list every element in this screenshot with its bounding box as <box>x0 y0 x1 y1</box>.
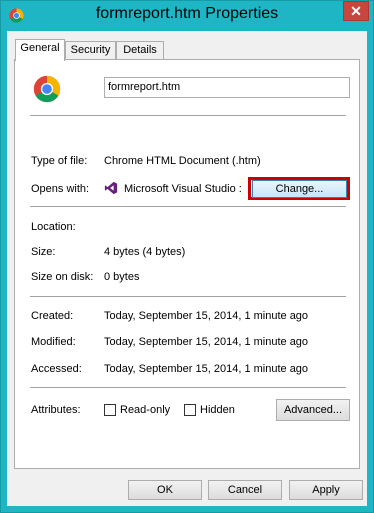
apply-button[interactable]: Apply <box>289 480 363 500</box>
type-of-file-value: Chrome HTML Document (.htm) <box>104 155 261 167</box>
location-label: Location: <box>31 221 76 233</box>
file-name-field[interactable]: formreport.htm <box>104 77 350 98</box>
divider <box>30 206 346 207</box>
divider <box>30 296 346 297</box>
created-value: Today, September 15, 2014, 1 minute ago <box>104 310 309 322</box>
modified-value: Today, September 15, 2014, 1 minute ago <box>104 336 309 348</box>
dialog-body: General Security Details formreport.htm … <box>7 31 367 506</box>
advanced-button[interactable]: Advanced... <box>276 399 350 421</box>
readonly-checkbox[interactable] <box>104 404 116 416</box>
opens-with-value: Microsoft Visual Studio : <box>124 183 242 195</box>
modified-label: Modified: <box>31 336 76 348</box>
type-of-file-label: Type of file: <box>31 155 88 167</box>
tab-general[interactable]: General <box>15 39 65 61</box>
size-on-disk-value: 0 bytes <box>104 271 140 283</box>
hidden-checkbox[interactable] <box>184 404 196 416</box>
change-button[interactable]: Change... <box>252 180 347 198</box>
hidden-label[interactable]: Hidden <box>200 403 235 417</box>
general-tab-panel: formreport.htm Type of file: Chrome HTML… <box>14 59 360 469</box>
visual-studio-icon <box>104 181 118 195</box>
attributes-label: Attributes: <box>31 404 81 416</box>
cancel-button[interactable]: Cancel <box>208 480 282 500</box>
size-label: Size: <box>31 246 56 258</box>
window-title: formreport.htm Properties <box>95 5 279 22</box>
size-on-disk-label: Size on disk: <box>31 271 94 283</box>
tab-security[interactable]: Security <box>65 41 116 59</box>
size-value: 4 bytes (4 bytes) <box>104 246 186 258</box>
close-button[interactable]: ✕ <box>343 1 369 21</box>
divider <box>30 387 346 388</box>
created-label: Created: <box>31 310 74 322</box>
accessed-value: Today, September 15, 2014, 1 minute ago <box>104 363 309 375</box>
opens-with-label: Opens with: <box>31 183 90 195</box>
chrome-file-icon <box>33 75 61 103</box>
accessed-label: Accessed: <box>31 363 82 375</box>
tab-details[interactable]: Details <box>116 41 164 59</box>
title-bar[interactable]: formreport.htm Properties ✕ <box>1 1 373 31</box>
readonly-label[interactable]: Read-only <box>120 403 170 417</box>
properties-window: formreport.htm Properties ✕ General Secu… <box>0 0 374 513</box>
ok-button[interactable]: OK <box>128 480 202 500</box>
divider <box>30 115 346 116</box>
